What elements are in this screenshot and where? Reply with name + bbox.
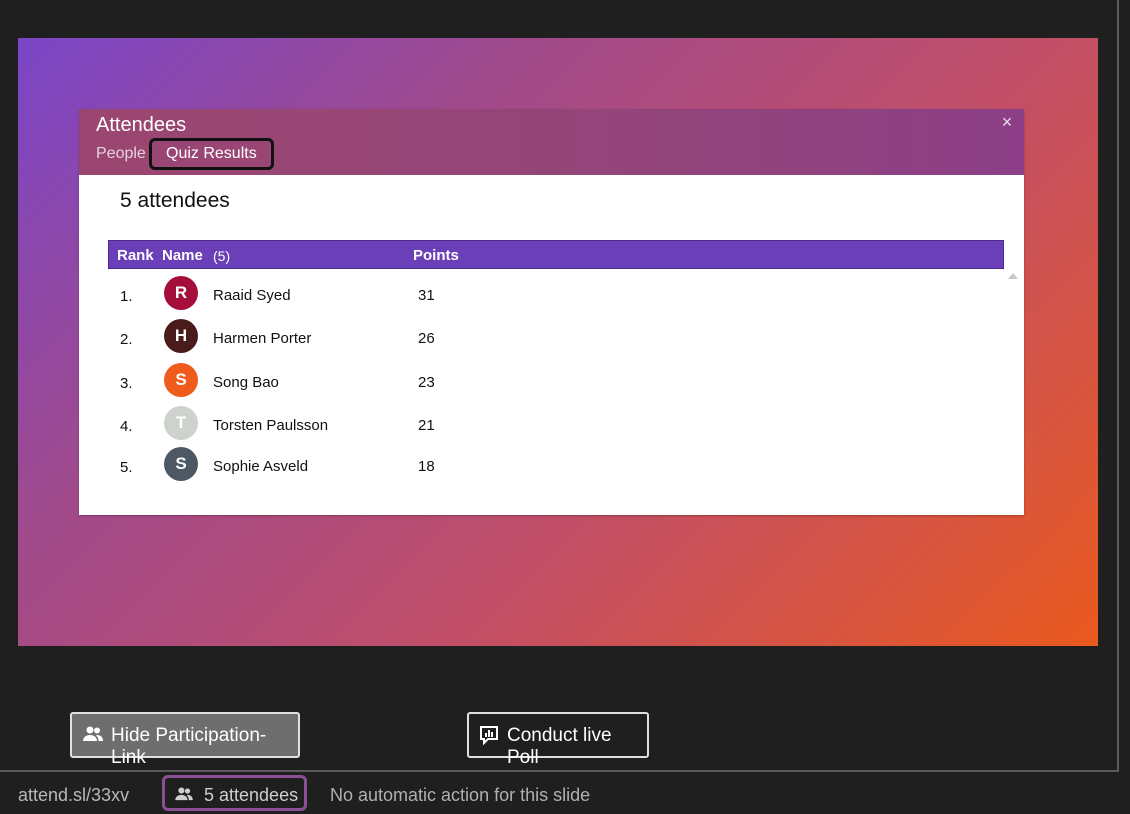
row-rank: 3. <box>120 375 133 392</box>
tab-quiz-results[interactable]: Quiz Results <box>149 138 274 170</box>
row-rank: 5. <box>120 459 133 476</box>
people-icon <box>82 726 104 748</box>
panel-title: Attendees <box>96 114 187 136</box>
people-icon <box>174 787 194 806</box>
row-points: 21 <box>418 417 435 434</box>
right-divider <box>1117 0 1119 770</box>
row-rank: 1. <box>120 288 133 305</box>
row-name: Sophie Asveld <box>213 458 309 475</box>
row-name: Song Bao <box>213 374 279 391</box>
row-rank: 4. <box>120 418 133 435</box>
poll-icon <box>479 725 499 751</box>
header-points: Points <box>413 247 459 264</box>
table-row: 3. S Song Bao 23 <box>79 363 1024 403</box>
table-row: 1. R Raaid Syed 31 <box>79 276 1024 316</box>
header-name: Name <box>162 247 203 264</box>
status-message: No automatic action for this slide <box>330 785 591 805</box>
attendee-count: 5 attendees <box>120 189 230 212</box>
header-name-count: (5) <box>213 248 231 264</box>
row-points: 31 <box>418 287 435 304</box>
row-name: Torsten Paulsson <box>213 417 329 434</box>
avatar: S <box>164 447 198 481</box>
close-icon[interactable]: × <box>998 112 1016 132</box>
conduct-poll-label: Conduct live Poll <box>507 725 612 768</box>
table-row: 4. T Torsten Paulsson 21 <box>79 406 1024 446</box>
row-points: 26 <box>418 330 435 347</box>
hide-participation-link-button[interactable]: Hide Participation-Link <box>70 712 300 768</box>
row-rank: 2. <box>120 331 133 348</box>
avatar: T <box>164 406 198 440</box>
slide-preview: Attendees × People Quiz Results 5 attend… <box>18 38 1098 646</box>
avatar: H <box>164 319 198 353</box>
conduct-live-poll-button[interactable]: Conduct live Poll <box>467 712 649 768</box>
attendees-panel: Attendees × People Quiz Results 5 attend… <box>79 109 1024 515</box>
panel-header: Attendees × People Quiz Results <box>79 109 1024 175</box>
header-rank: Rank <box>117 247 154 264</box>
table-header: Rank Name (5) Points <box>108 240 1004 269</box>
avatar: S <box>164 363 198 397</box>
avatar: R <box>164 276 198 310</box>
hide-participation-label: Hide Participation-Link <box>111 725 267 768</box>
table-row: 5. S Sophie Asveld 18 <box>79 447 1024 487</box>
row-name: Raaid Syed <box>213 287 291 304</box>
row-points: 23 <box>418 374 435 391</box>
status-attendees-label: 5 attendees <box>204 785 299 805</box>
row-name: Harmen Porter <box>213 330 312 347</box>
row-points: 18 <box>418 458 435 475</box>
participation-link[interactable]: attend.sl/33xv <box>18 785 129 806</box>
status-divider <box>0 770 1119 772</box>
status-attendees[interactable]: 5 attendees <box>162 775 307 811</box>
tab-people[interactable]: People <box>96 145 146 163</box>
table-row: 2. H Harmen Porter 26 <box>79 319 1024 359</box>
